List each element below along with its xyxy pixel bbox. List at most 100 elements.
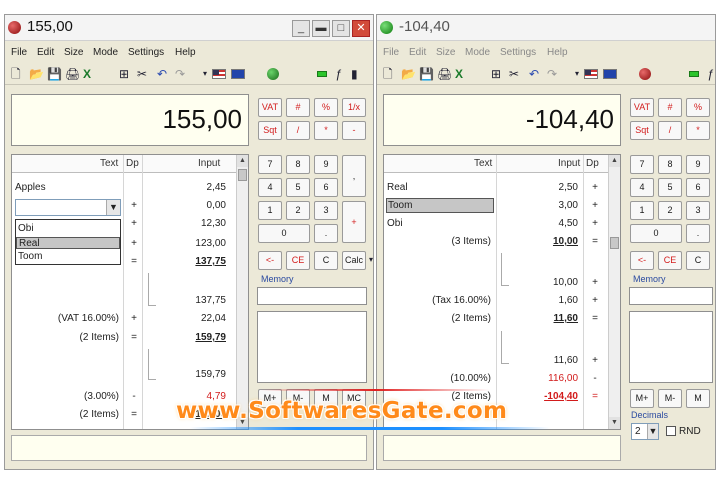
key-vat[interactable]: VAT [258, 98, 282, 117]
key-vat[interactable]: VAT [630, 98, 654, 117]
header-input[interactable]: Input [558, 158, 580, 169]
menu-help[interactable]: Help [175, 47, 196, 58]
chart-icon[interactable]: ▮ [351, 67, 358, 81]
scroll-down-icon[interactable]: ▼ [609, 417, 620, 429]
save-icon[interactable]: 💾 [47, 67, 62, 81]
key-5[interactable]: 5 [658, 178, 682, 197]
key-percent[interactable]: % [686, 98, 710, 117]
minimize-button[interactable]: _ [292, 20, 310, 37]
key-7[interactable]: 7 [258, 155, 282, 174]
menu-file[interactable]: File [383, 47, 399, 58]
key-ce[interactable]: CE [658, 251, 682, 270]
key-7[interactable]: 7 [630, 155, 654, 174]
menu-mode[interactable]: Mode [93, 47, 118, 58]
memory-input[interactable] [257, 287, 367, 305]
close-button[interactable]: ✕ [352, 20, 370, 37]
save-icon[interactable]: 💾 [419, 67, 434, 81]
undo-icon[interactable]: ↶ [157, 67, 167, 81]
menu-file[interactable]: File [11, 47, 27, 58]
key-reciprocal[interactable]: 1/x [342, 98, 366, 117]
dropdown-item-obi[interactable]: Obi [16, 223, 120, 235]
globe-icon[interactable] [267, 68, 279, 80]
key-c[interactable]: C [314, 251, 338, 270]
key-ce[interactable]: CE [286, 251, 310, 270]
undo-icon[interactable]: ↶ [529, 67, 539, 81]
key-0[interactable]: 0 [258, 224, 310, 243]
key-3[interactable]: 3 [686, 201, 710, 220]
key-point[interactable]: . [686, 224, 710, 243]
chevron-down-icon[interactable]: ▼ [106, 200, 120, 215]
key-comma[interactable]: , [342, 155, 366, 197]
print-icon[interactable]: 🖨 [437, 67, 452, 81]
key-point[interactable]: . [314, 224, 338, 243]
key-2[interactable]: 2 [286, 201, 310, 220]
key-5[interactable]: 5 [286, 178, 310, 197]
formula-icon[interactable]: ƒ [707, 67, 714, 81]
title-bar[interactable]: 155,00 _ ▬ □ ✕ [5, 15, 373, 41]
key-m-plus[interactable]: M+ [630, 389, 654, 408]
key-3[interactable]: 3 [314, 201, 338, 220]
restore-button[interactable]: ▬ [312, 20, 330, 37]
formula-icon[interactable]: ƒ [335, 67, 342, 81]
decimals-select[interactable]: 2 ▼ [631, 423, 659, 440]
us-flag-icon[interactable] [212, 69, 226, 79]
tape-cut-icon[interactable]: ✂ [509, 67, 519, 81]
key-4[interactable]: 4 [258, 178, 282, 197]
key-2[interactable]: 2 [658, 201, 682, 220]
key-divide[interactable]: / [658, 121, 682, 140]
menu-help[interactable]: Help [547, 47, 568, 58]
key-m-minus[interactable]: M- [658, 389, 682, 408]
key-plus[interactable]: + [342, 201, 366, 243]
key-8[interactable]: 8 [658, 155, 682, 174]
tape-icon[interactable]: ⊞ [491, 67, 501, 81]
maximize-button[interactable]: □ [332, 20, 350, 37]
menu-edit[interactable]: Edit [37, 47, 54, 58]
key-1[interactable]: 1 [258, 201, 282, 220]
key-minus[interactable]: - [342, 121, 366, 140]
open-icon[interactable]: 📂 [29, 67, 44, 81]
title-bar[interactable]: -104,40 [377, 15, 715, 41]
key-6[interactable]: 6 [314, 178, 338, 197]
tape-scrollbar[interactable]: ▲ ▼ [236, 155, 248, 429]
key-divide[interactable]: / [286, 121, 310, 140]
menu-size[interactable]: Size [436, 47, 455, 58]
key-calc[interactable]: Calc [342, 251, 366, 270]
scroll-thumb[interactable] [238, 169, 247, 181]
header-dp[interactable]: Dp [586, 158, 599, 169]
tape-list[interactable]: Text Dp Input Apples 2,45 ▼ + 0,00 Obi R… [11, 154, 249, 430]
key-4[interactable]: 4 [630, 178, 654, 197]
globe-icon[interactable] [639, 68, 651, 80]
rnd-checkbox[interactable] [666, 426, 676, 436]
header-text[interactable]: Text [474, 158, 492, 169]
text-combo[interactable]: ▼ [15, 199, 121, 216]
key-backspace[interactable]: <- [258, 251, 282, 270]
open-icon[interactable]: 📂 [401, 67, 416, 81]
scroll-up-icon[interactable]: ▲ [609, 155, 620, 167]
redo-icon[interactable]: ↷ [547, 67, 557, 81]
new-icon[interactable]: 🗋 [383, 67, 393, 81]
menu-settings[interactable]: Settings [500, 47, 536, 58]
memory-list[interactable] [629, 311, 713, 383]
header-input[interactable]: Input [198, 158, 220, 169]
eu-flag-icon[interactable] [231, 69, 245, 79]
key-m[interactable]: M [686, 389, 710, 408]
print-icon[interactable]: 🖨 [65, 67, 80, 81]
us-flag-icon[interactable] [584, 69, 598, 79]
key-9[interactable]: 9 [314, 155, 338, 174]
dropdown-arrow-icon[interactable]: ▾ [575, 67, 579, 81]
excel-icon[interactable]: X [83, 67, 91, 81]
key-sqrt[interactable]: Sqt [630, 121, 654, 140]
menu-edit[interactable]: Edit [409, 47, 426, 58]
dropdown-item-toom[interactable]: Toom [16, 251, 120, 263]
key-backspace[interactable]: <- [630, 251, 654, 270]
excel-icon[interactable]: X [455, 67, 463, 81]
header-dp[interactable]: Dp [126, 158, 139, 169]
tape-cut-icon[interactable]: ✂ [137, 67, 147, 81]
key-sqrt[interactable]: Sqt [258, 121, 282, 140]
key-1[interactable]: 1 [630, 201, 654, 220]
chevron-down-icon[interactable]: ▾ [369, 253, 373, 267]
key-multiply[interactable]: * [314, 121, 338, 140]
key-multiply[interactable]: * [686, 121, 710, 140]
menu-size[interactable]: Size [64, 47, 83, 58]
scroll-thumb[interactable] [610, 237, 619, 249]
